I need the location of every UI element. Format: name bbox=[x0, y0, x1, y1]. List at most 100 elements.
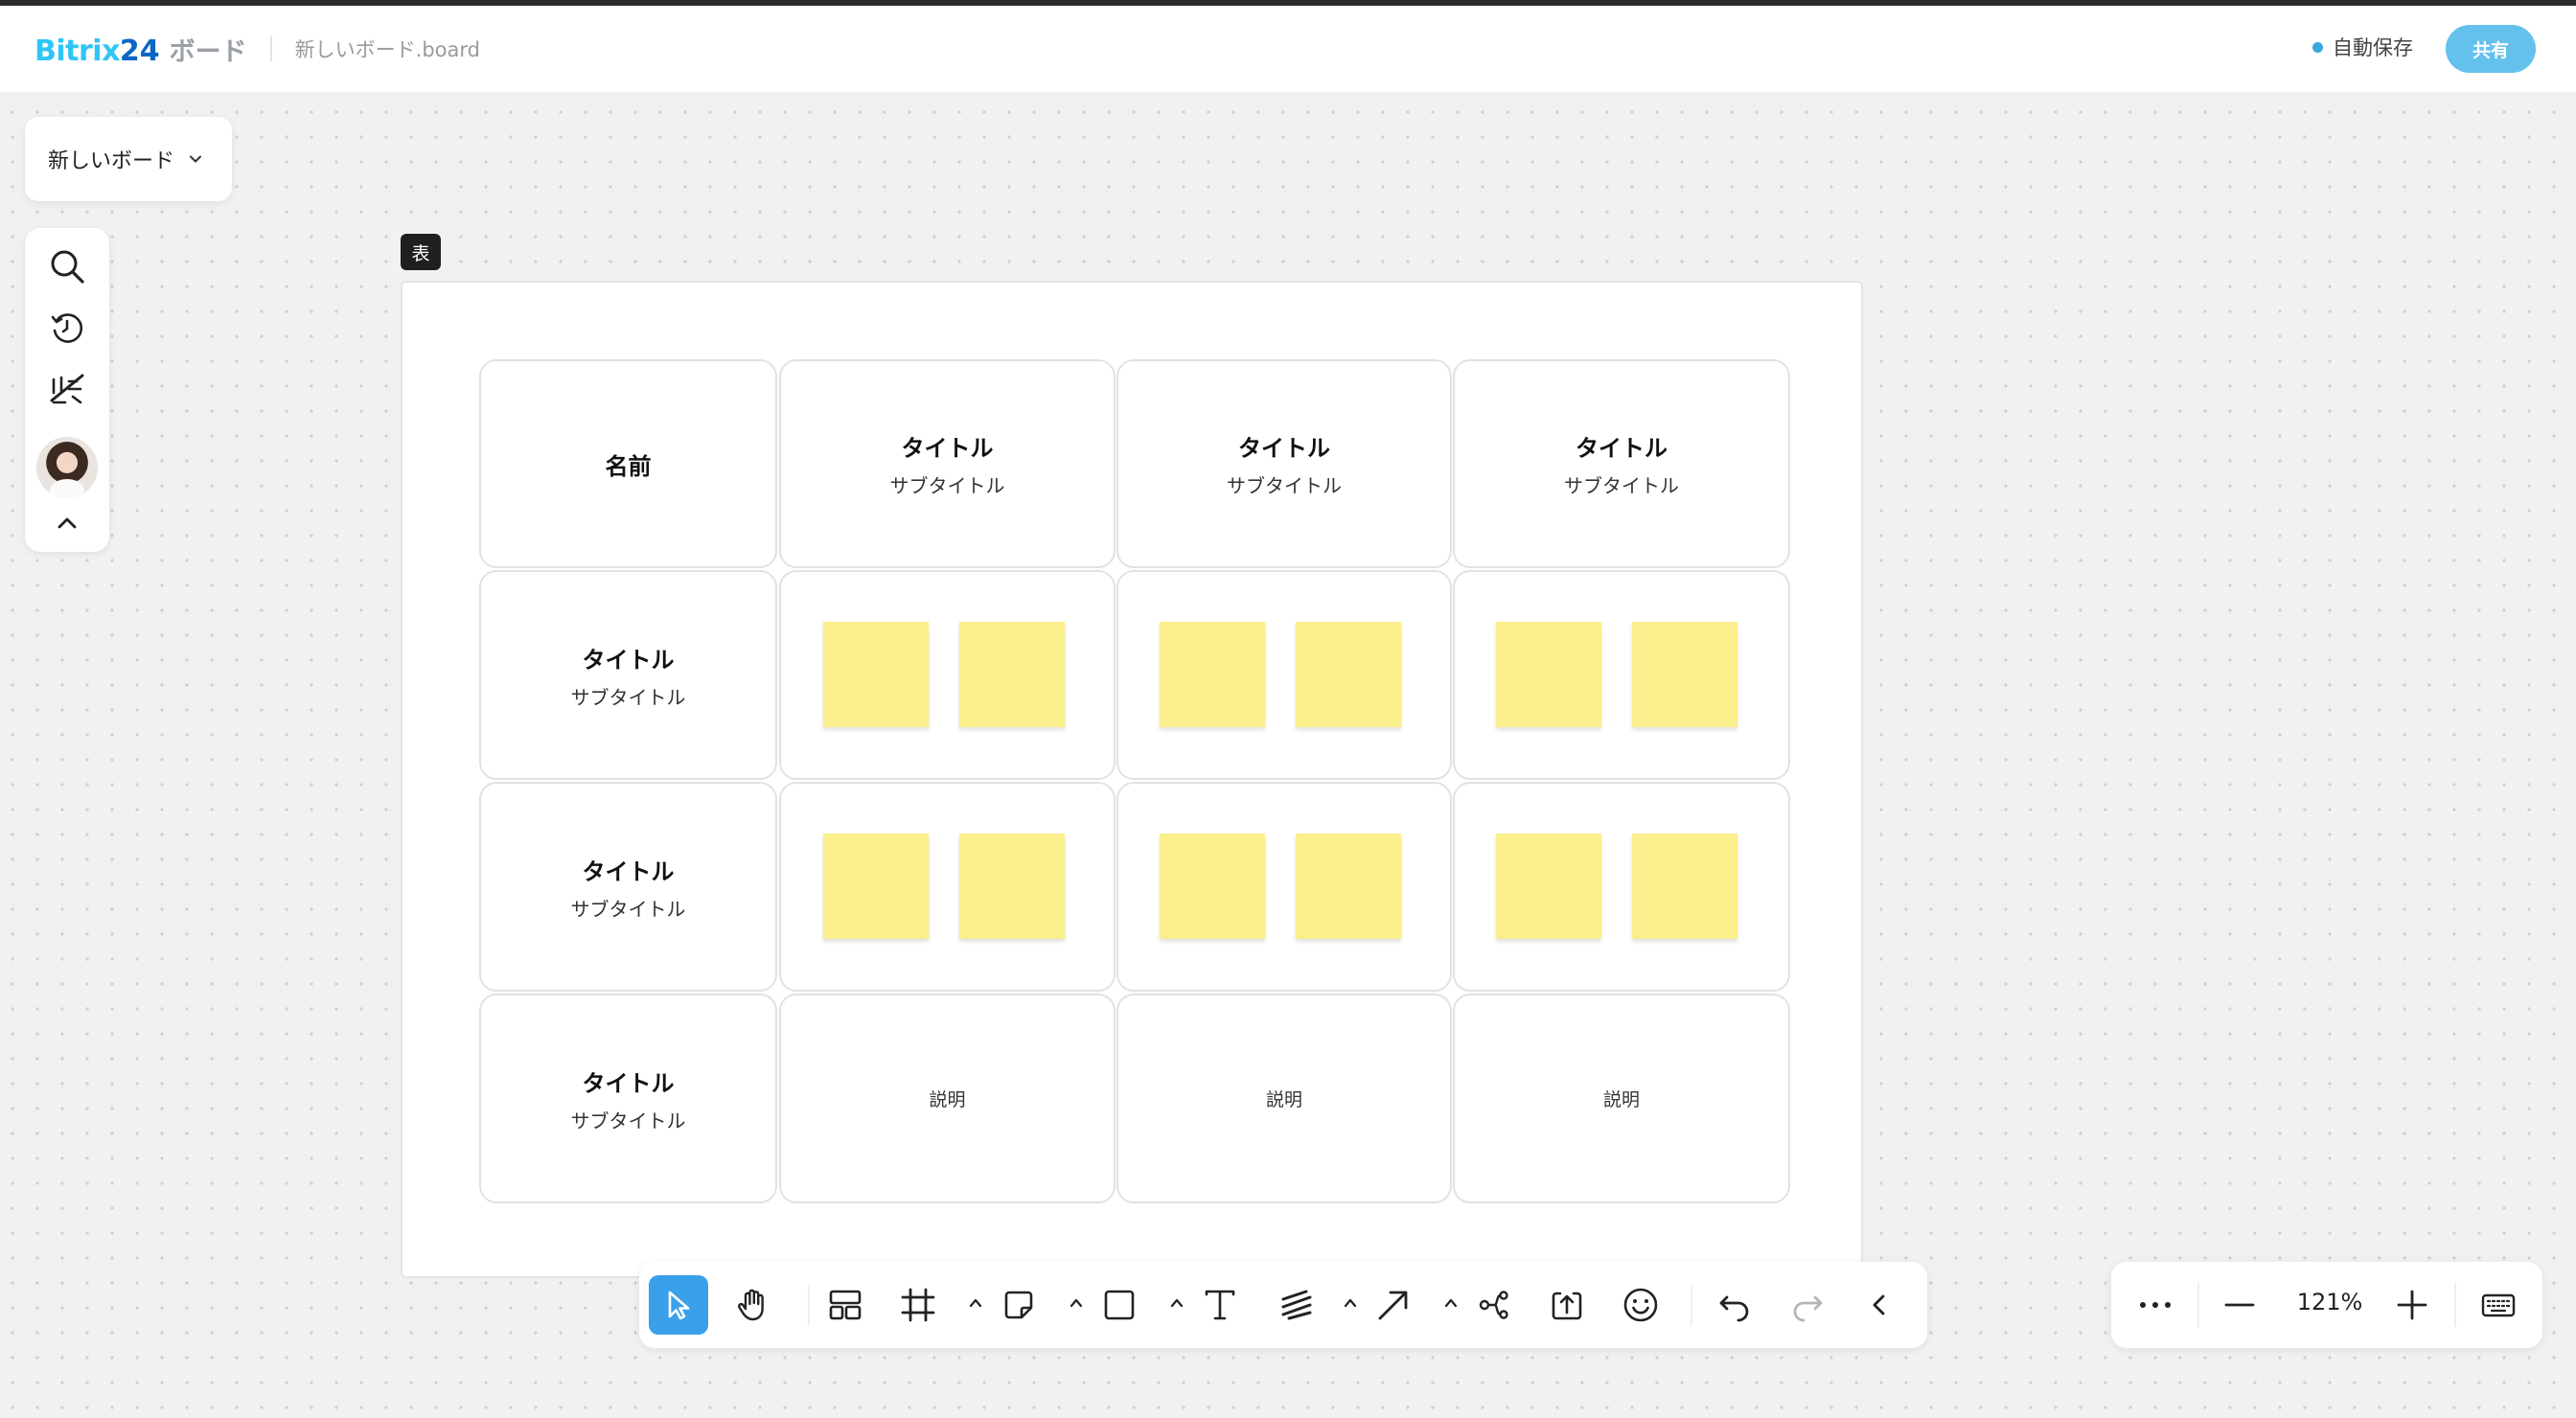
table-column-header[interactable]: タイトル サブタイトル bbox=[1453, 359, 1790, 568]
table-column-header[interactable]: タイトル サブタイトル bbox=[1116, 359, 1452, 568]
bottom-toolbar bbox=[639, 1262, 1927, 1348]
header-divider bbox=[269, 36, 272, 61]
undo-icon bbox=[1719, 1295, 1749, 1322]
board-filename[interactable]: 新しいボード.board bbox=[295, 34, 480, 63]
board-selector-dropdown[interactable]: 新しいボード bbox=[25, 117, 232, 201]
row-title: タイトル bbox=[582, 646, 675, 674]
zoom-divider bbox=[2454, 1283, 2456, 1327]
autosave-status: 自動保存 bbox=[2312, 33, 2413, 61]
frame-icon bbox=[901, 1288, 935, 1322]
pen-caret-icon[interactable] bbox=[1342, 1294, 1359, 1312]
sticky-note-icon bbox=[1004, 1291, 1033, 1319]
collapse-toolbar-left-button[interactable] bbox=[1856, 1282, 1902, 1328]
table-column-header[interactable]: タイトル サブタイトル bbox=[779, 359, 1116, 568]
emoji-tool-button[interactable] bbox=[1618, 1282, 1664, 1328]
zoom-in-button[interactable] bbox=[2389, 1282, 2435, 1328]
column-subtitle: サブタイトル bbox=[889, 474, 1005, 497]
logo-text-bitrix: Bitrix bbox=[34, 34, 120, 68]
description-text: 説明 bbox=[1265, 1089, 1302, 1110]
toolbar-divider bbox=[1690, 1285, 1692, 1325]
description-text: 説明 bbox=[929, 1089, 966, 1110]
search-button[interactable] bbox=[44, 243, 90, 289]
shape-icon bbox=[1104, 1290, 1135, 1320]
collapse-toolbar-button[interactable] bbox=[44, 500, 90, 546]
table-description-cell[interactable]: 説明 bbox=[1116, 994, 1452, 1203]
zoom-divider bbox=[2197, 1283, 2199, 1327]
arrow-icon bbox=[1378, 1291, 1408, 1320]
chevron-down-icon bbox=[190, 155, 202, 163]
redo-icon bbox=[1793, 1295, 1823, 1322]
template-tool-button[interactable] bbox=[822, 1282, 868, 1328]
table-row-header[interactable]: タイトル サブタイトル bbox=[479, 782, 777, 992]
sticky-note[interactable] bbox=[1496, 622, 1601, 727]
magic-icon bbox=[50, 374, 84, 404]
sticky-note[interactable] bbox=[1160, 834, 1265, 939]
header-name-text: 名前 bbox=[605, 452, 652, 480]
more-options-button[interactable] bbox=[2132, 1282, 2178, 1328]
sticky-note-tool-button[interactable] bbox=[996, 1282, 1042, 1328]
sticky-note[interactable] bbox=[959, 834, 1065, 939]
sticky-note-caret-icon[interactable] bbox=[1068, 1294, 1085, 1312]
autosave-label: 自動保存 bbox=[2333, 36, 2413, 59]
sticky-note[interactable] bbox=[1496, 834, 1601, 939]
column-title: タイトル bbox=[1238, 435, 1330, 462]
arrow-tool-button[interactable] bbox=[1370, 1282, 1416, 1328]
sticky-note[interactable] bbox=[1632, 834, 1737, 939]
keyboard-shortcuts-button[interactable] bbox=[2475, 1282, 2521, 1328]
table-description-cell[interactable]: 説明 bbox=[1453, 994, 1790, 1203]
frame-label[interactable]: 表 bbox=[401, 234, 441, 270]
sticky-note[interactable] bbox=[1296, 834, 1401, 939]
column-title: タイトル bbox=[901, 435, 994, 462]
user-avatar[interactable] bbox=[36, 437, 98, 498]
table-description-cell[interactable]: 説明 bbox=[779, 994, 1116, 1203]
sticky-note[interactable] bbox=[823, 622, 929, 727]
upload-tool-button[interactable] bbox=[1544, 1282, 1590, 1328]
chevron-up-icon bbox=[58, 517, 77, 529]
column-title: タイトル bbox=[1576, 435, 1668, 462]
table-row-header[interactable]: タイトル サブタイトル bbox=[479, 994, 777, 1203]
plus-icon bbox=[2397, 1290, 2427, 1320]
logo-text-24: 24 bbox=[119, 34, 160, 68]
row-subtitle: サブタイトル bbox=[570, 1109, 686, 1132]
share-button[interactable]: 共有 bbox=[2446, 25, 2536, 73]
chevron-left-icon bbox=[1873, 1294, 1885, 1315]
table-header-name-cell[interactable]: 名前 bbox=[479, 359, 777, 568]
hand-icon bbox=[738, 1289, 764, 1321]
select-icon bbox=[668, 1291, 690, 1320]
shape-caret-icon[interactable] bbox=[1168, 1294, 1185, 1312]
frame-tool-caret-icon[interactable] bbox=[967, 1294, 984, 1312]
board-selector-label: 新しいボード bbox=[48, 149, 175, 173]
pen-icon bbox=[1281, 1290, 1312, 1320]
sticky-note[interactable] bbox=[1160, 622, 1265, 727]
bitrix24-logo[interactable]: Bitrix 24 ボード bbox=[34, 31, 247, 68]
frame-tool-button[interactable] bbox=[895, 1282, 941, 1328]
keyboard-icon bbox=[2481, 1293, 2516, 1317]
mindmap-tool-button[interactable] bbox=[1471, 1282, 1517, 1328]
sticky-note[interactable] bbox=[823, 834, 929, 939]
upload-icon bbox=[1552, 1292, 1582, 1320]
table-row-header[interactable]: タイトル サブタイトル bbox=[479, 570, 777, 780]
sticky-note[interactable] bbox=[1296, 622, 1401, 727]
description-text: 説明 bbox=[1602, 1089, 1640, 1110]
zoom-level[interactable]: 121% bbox=[2282, 1289, 2378, 1315]
zoom-out-button[interactable] bbox=[2217, 1282, 2263, 1328]
sticky-note[interactable] bbox=[1632, 622, 1737, 727]
text-icon bbox=[1205, 1290, 1235, 1320]
more-icon bbox=[2140, 1302, 2171, 1308]
history-button[interactable] bbox=[44, 305, 90, 351]
arrow-caret-icon[interactable] bbox=[1442, 1294, 1460, 1312]
column-subtitle: サブタイトル bbox=[1564, 474, 1679, 497]
magic-tool-button[interactable] bbox=[44, 366, 90, 412]
pen-tool-button[interactable] bbox=[1274, 1282, 1320, 1328]
table-frame[interactable]: 名前 タイトル サブタイトル タイトル サブタイトル タイトル サブタイトル タ… bbox=[401, 281, 1863, 1278]
search-icon bbox=[51, 250, 84, 284]
app-header: Bitrix 24 ボード 新しいボード.board 自動保存 共有 bbox=[0, 6, 2576, 92]
select-tool-button[interactable] bbox=[649, 1275, 708, 1335]
row-title: タイトル bbox=[582, 858, 675, 885]
hand-tool-button[interactable] bbox=[730, 1282, 776, 1328]
text-tool-button[interactable] bbox=[1197, 1282, 1243, 1328]
undo-button[interactable] bbox=[1712, 1282, 1758, 1328]
shape-tool-button[interactable] bbox=[1096, 1282, 1142, 1328]
sticky-note[interactable] bbox=[959, 622, 1065, 727]
redo-button[interactable] bbox=[1784, 1282, 1830, 1328]
